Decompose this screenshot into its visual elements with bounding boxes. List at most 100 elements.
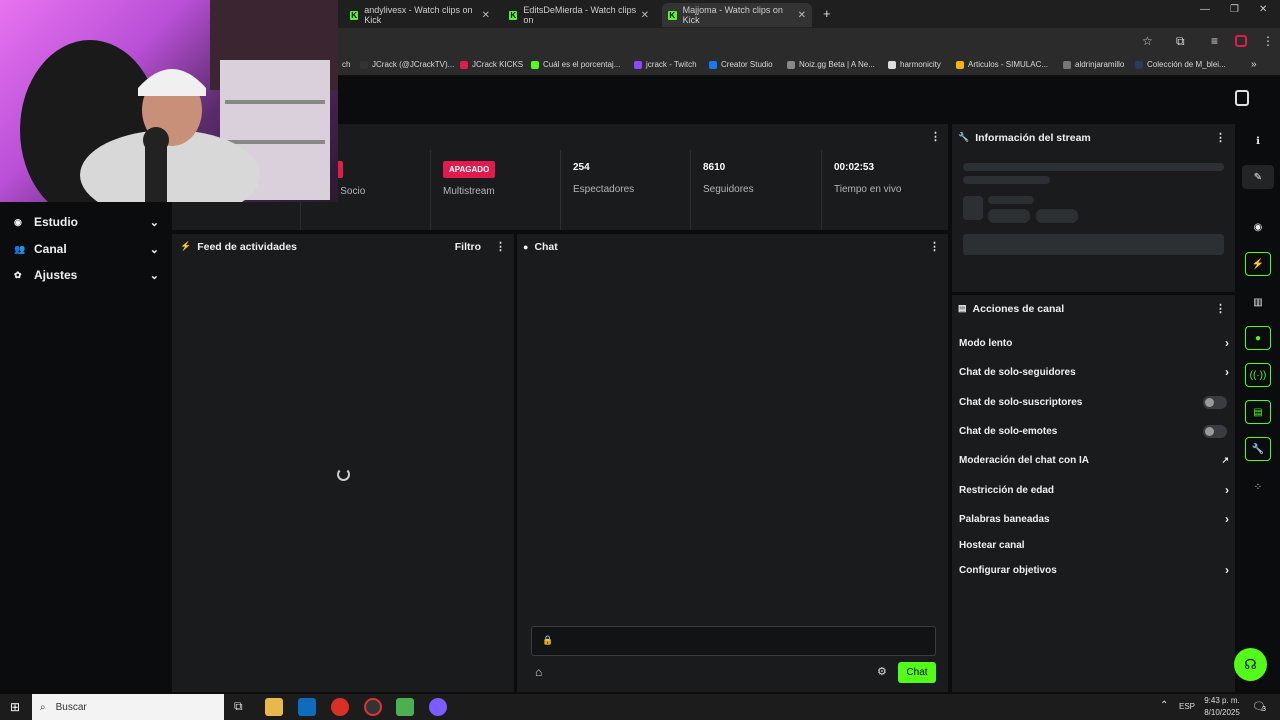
channel-action-item[interactable]: Moderación del chat con IA ↗: [959, 453, 1229, 467]
chevron-up-icon[interactable]: ⌃: [1160, 700, 1168, 711]
stat-card: APAGADO Multistream: [431, 150, 561, 230]
restore-icon[interactable]: ❐: [1230, 4, 1239, 15]
channel-action-item[interactable]: Configurar objetivos ›: [959, 563, 1229, 577]
new-tab-icon[interactable]: +: [823, 6, 831, 21]
bookmark-item[interactable]: Cuál es el porcentaj...: [531, 60, 620, 69]
channel-logo[interactable]: [1235, 90, 1249, 106]
bookmark-item[interactable]: Colección de M_blei...: [1135, 60, 1226, 69]
channel-action-item[interactable]: Hostear canal: [959, 538, 1229, 552]
stream-info-header: 🔧 Información del stream ⋮: [958, 131, 1226, 145]
panel-menu-icon[interactable]: ⋮: [929, 240, 940, 253]
toggle-switch[interactable]: [1203, 395, 1227, 409]
apps-icon[interactable]: ⁘: [1242, 475, 1274, 499]
close-icon[interactable]: ✕: [482, 10, 490, 21]
chat-input[interactable]: 🔒: [531, 626, 936, 656]
outlook-icon[interactable]: [298, 698, 316, 716]
bookmark-favicon-icon: [460, 60, 468, 69]
studio-icon: ◉: [14, 216, 22, 227]
kick-icon: K: [668, 10, 677, 20]
profile-icon[interactable]: [1235, 35, 1247, 47]
bookmark-item[interactable]: Articulos - SIMULAC...: [956, 60, 1048, 69]
window-close-icon[interactable]: ✕: [1259, 4, 1267, 15]
bookmark-item[interactable]: JCrack (@JCrackTV)...: [360, 60, 454, 69]
windows-start-icon[interactable]: ⊞: [10, 700, 20, 714]
obs-icon[interactable]: [364, 698, 382, 716]
sidebar-item-estudio[interactable]: ◉ Estudio ⌄: [14, 215, 159, 229]
list-icon[interactable]: ▤: [1245, 400, 1271, 424]
stat-card-uptime: 00:02:53 Tiempo en vivo: [834, 162, 902, 195]
edit-icon[interactable]: ✎: [1242, 165, 1274, 189]
star-icon[interactable]: ☆: [1142, 34, 1153, 48]
close-icon[interactable]: ✕: [798, 10, 806, 21]
stat-card-followers: 8610 Seguidores: [691, 150, 822, 230]
document-icon[interactable]: ▥: [1242, 290, 1274, 314]
info-icon[interactable]: ℹ: [1242, 129, 1274, 153]
file-explorer-icon[interactable]: [265, 698, 283, 716]
bookmark-favicon-icon: [956, 60, 964, 69]
loading-placeholder: [988, 196, 1034, 204]
bookmark-item[interactable]: JCrack KICKS: [460, 60, 523, 69]
chat-send-button[interactable]: Chat: [898, 662, 936, 683]
bookmark-item[interactable]: Creator Studio: [709, 60, 773, 69]
channel-action-item[interactable]: Chat de solo-suscriptores: [959, 395, 1229, 409]
chat-bubble-icon: ●: [523, 241, 529, 252]
channel-action-item[interactable]: Chat de solo-seguidores ›: [959, 365, 1229, 379]
chat-panel: [517, 234, 948, 692]
bolt-icon[interactable]: ⚡: [1245, 252, 1271, 276]
panel-menu-icon[interactable]: ⋮: [495, 240, 506, 253]
menu-icon[interactable]: ⋮: [1262, 34, 1274, 48]
bookmark-item[interactable]: harmonicity: [888, 60, 941, 69]
loading-placeholder: [963, 196, 983, 220]
browser-tab[interactable]: K EditsDeMierda - Watch clips on ✕: [503, 3, 655, 27]
channel-action-item[interactable]: Modo lento ›: [959, 336, 1229, 350]
gear-icon[interactable]: ⚙: [877, 665, 887, 678]
store-icon[interactable]: ⌂: [535, 665, 542, 679]
wrench-icon: 🔧: [958, 132, 970, 142]
panel-menu-icon[interactable]: ⋮: [1215, 131, 1226, 144]
sidebar-item-canal[interactable]: 👥 Canal ⌄: [14, 242, 159, 256]
stream-info-panel: [952, 124, 1235, 292]
channel-actions-header: ▤ Acciones de canal ⋮: [958, 302, 1226, 316]
chevron-down-icon: ⌄: [149, 269, 159, 282]
panel-menu-icon[interactable]: ⋮: [1215, 302, 1226, 315]
taskbar-time[interactable]: 9:43 p. m.: [1203, 696, 1241, 705]
playlist-icon[interactable]: ≡: [1211, 34, 1218, 48]
chrome-icon[interactable]: [331, 698, 349, 716]
more-bookmarks-icon[interactable]: »: [1251, 59, 1257, 70]
sidebar-item-ajustes[interactable]: ✿ Ajustes ⌄: [14, 268, 159, 282]
channel-action-item[interactable]: Chat de solo-emotes: [959, 424, 1229, 438]
browser-tab-active[interactable]: K Majjoma - Watch clips on Kick ✕: [662, 3, 812, 27]
browser-tab[interactable]: K andylivesx - Watch clips on Kick ✕: [344, 3, 496, 27]
toggle-switch[interactable]: [1203, 424, 1227, 438]
panel-menu-icon[interactable]: ⋮: [930, 130, 941, 143]
bookmark-item[interactable]: Noiz.gg Beta | A Ne...: [787, 60, 875, 69]
minimize-icon[interactable]: —: [1200, 4, 1210, 15]
extensions-icon[interactable]: ⧉: [1176, 34, 1185, 49]
loading-placeholder: [963, 176, 1050, 184]
taskbar-search[interactable]: ⌕ Buscar: [32, 694, 224, 720]
filter-button[interactable]: Filtro: [455, 241, 481, 253]
camera-icon[interactable]: ◉: [1242, 215, 1274, 239]
minecraft-icon[interactable]: [396, 698, 414, 716]
channel-action-item[interactable]: Restricción de edad ›: [959, 483, 1229, 497]
loading-placeholder: [963, 163, 1224, 171]
wrench-icon[interactable]: 🔧: [1245, 437, 1271, 461]
bookmark-favicon-icon: [1063, 60, 1071, 69]
external-link-icon: ↗: [1221, 454, 1229, 465]
close-icon[interactable]: ✕: [641, 10, 649, 21]
task-view-icon[interactable]: ⧉: [234, 699, 243, 714]
broadcast-icon[interactable]: ((·)): [1245, 363, 1271, 387]
bookmark-item[interactable]: jcrack - Twitch: [634, 60, 697, 69]
activity-feed-panel: [172, 234, 514, 692]
bookmark-favicon-icon: [888, 60, 896, 69]
chevron-right-icon: ›: [1225, 365, 1229, 379]
chevron-down-icon: ⌄: [149, 243, 159, 256]
language-indicator[interactable]: ESP: [1179, 702, 1195, 711]
support-headset-icon[interactable]: ☊: [1234, 648, 1267, 681]
bookmark-item[interactable]: aldrinjaramillo: [1063, 60, 1124, 69]
kick-icon: K: [509, 10, 518, 20]
chat-bubble-icon[interactable]: ●: [1245, 326, 1271, 350]
app-icon[interactable]: [429, 698, 447, 716]
channel-action-item[interactable]: Palabras baneadas ›: [959, 512, 1229, 526]
taskbar-date[interactable]: 8/10/2025: [1201, 708, 1243, 717]
